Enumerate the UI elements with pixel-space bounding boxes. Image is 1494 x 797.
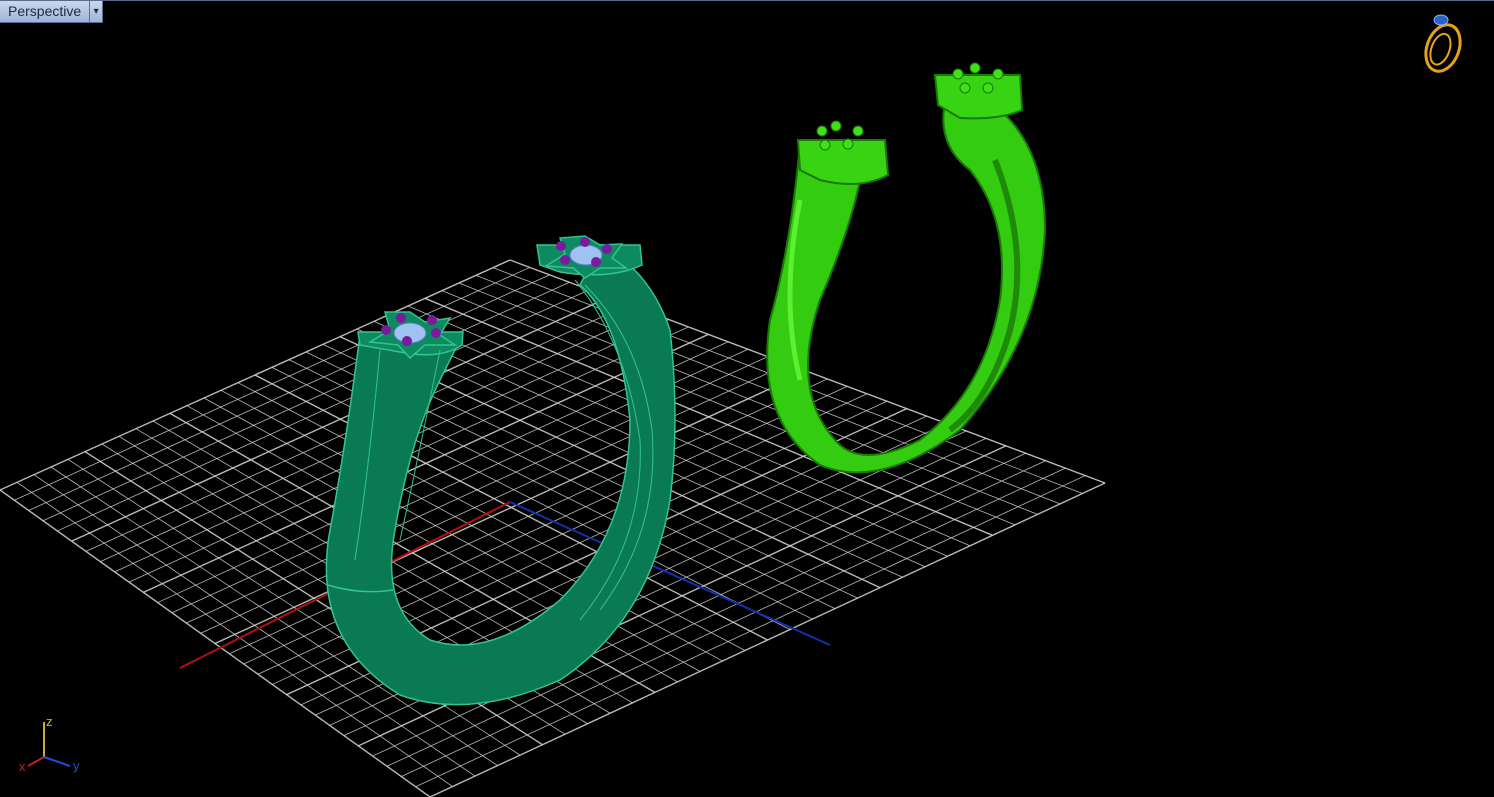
grid-line	[372, 452, 1026, 757]
scene-canvas[interactable]: z y x	[0, 0, 1494, 797]
axis-gizmo-icon: z y x	[19, 714, 80, 774]
ring-logo-icon[interactable]	[1420, 14, 1466, 76]
grid-line	[386, 460, 1046, 767]
ring-right[interactable]	[766, 62, 1047, 474]
grid-line	[401, 467, 1066, 777]
construction-grid	[0, 259, 1106, 797]
axis-y-label: y	[73, 758, 80, 773]
viewport-name[interactable]: Perspective	[0, 1, 89, 22]
grid-line	[458, 282, 1038, 515]
perspective-viewport[interactable]: z y x Perspective ▾	[0, 0, 1494, 797]
chevron-down-icon[interactable]: ▾	[89, 1, 102, 22]
ring-left[interactable]	[325, 235, 676, 706]
grid-line	[214, 370, 808, 645]
viewport-title-tab[interactable]: Perspective ▾	[0, 1, 104, 23]
grid-line	[441, 290, 1016, 526]
grid-line	[229, 378, 828, 655]
axis-x-label: x	[19, 759, 26, 774]
axis-z-label: z	[46, 714, 53, 729]
